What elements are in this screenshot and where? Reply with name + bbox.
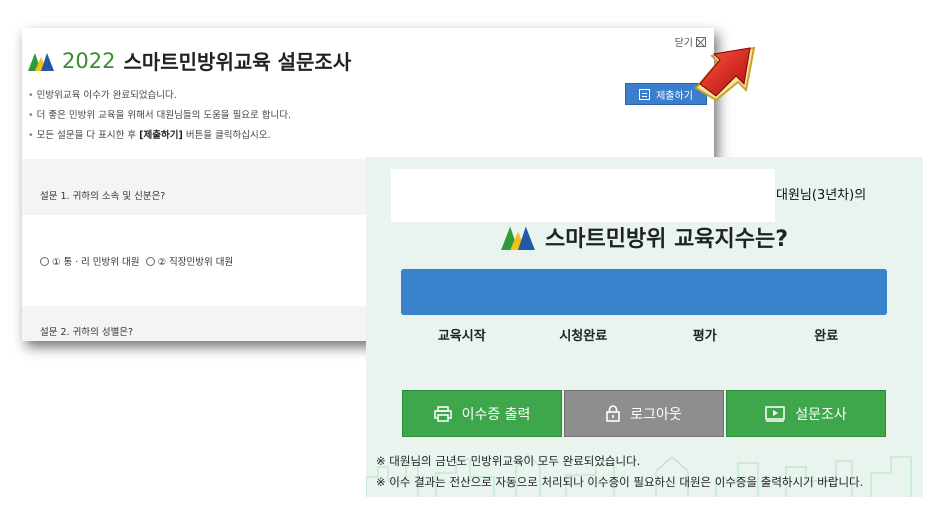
logout-label: 로그아웃: [630, 406, 682, 423]
note-3-a: 모든 설문을 다 표시한 후: [36, 130, 137, 141]
question-2: 설문 2. 귀하의 성별은?: [40, 327, 134, 338]
survey-notes: 민방위교육 이수가 완료되었습니다. 더 좋은 민방위 교육을 위해서 대원님들…: [28, 86, 291, 146]
question-1: 설문 1. 귀하의 소속 및 신분은?: [40, 191, 166, 202]
note-3-c: 버튼을 클릭하십시오.: [185, 130, 271, 141]
lock-icon: [606, 405, 621, 422]
member-label: 대원님(3년차)의: [776, 188, 867, 203]
footnote-2: ※ 이수 결과는 전산으로 자동으로 처리되나 이수증이 필요하신 대원은 이수…: [376, 475, 864, 489]
step-watched: 시청완료: [559, 329, 608, 344]
logo-icon: [28, 52, 54, 71]
progress-bar: [401, 269, 887, 315]
radio-option-2[interactable]: [145, 256, 155, 266]
submit-label: 제출하기: [656, 90, 693, 102]
print-certificate-button[interactable]: 이수증 출력: [402, 390, 562, 437]
footnotes: ※ 대원님의 금년도 민방위교육이 모두 완료되었습니다. ※ 이수 결과는 전…: [376, 451, 863, 493]
footnote-1: ※ 대원님의 금년도 민방위교육이 모두 완료되었습니다.: [376, 454, 641, 468]
logo-icon: [501, 226, 535, 250]
masked-name-area: [391, 169, 775, 222]
progress-steps: 교육시작 시청완료 평가 완료: [401, 325, 887, 344]
panel-title-text: 스마트민방위 교육지수는?: [544, 227, 789, 252]
note-3: 모든 설문을 다 표시한 후 [제출하기] 버튼을 클릭하십시오.: [28, 126, 291, 146]
survey-title-text: 스마트민방위교육 설문조사: [123, 50, 352, 74]
note-1: 민방위교육 이수가 완료되었습니다.: [28, 86, 291, 106]
radio-option-1[interactable]: [40, 256, 49, 266]
education-index-panel: 대원님(3년차)의 스마트민방위 교육지수는? 교육시작 시청완료 평가 완료 …: [366, 157, 923, 497]
step-start: 교육시작: [437, 329, 486, 344]
step-evaluation: 평가: [692, 329, 717, 344]
progress-fill: [401, 269, 887, 315]
note-3-b: [제출하기]: [139, 130, 183, 141]
logout-button[interactable]: 로그아웃: [564, 390, 724, 437]
pointer-arrow-icon: [694, 46, 756, 102]
note-2: 더 좋은 민방위 교육을 위해서 대원님들의 도움을 필요로 합니다.: [28, 106, 291, 126]
form-icon: [639, 88, 651, 100]
option-1-label: ① 통ㆍ리 민방위 대원: [52, 257, 140, 268]
survey-button[interactable]: 설문조사: [726, 390, 886, 437]
step-complete: 완료: [814, 329, 839, 344]
panel-title: 스마트민방위 교육지수는?: [366, 221, 923, 253]
survey-label: 설문조사: [795, 406, 847, 423]
video-icon: [765, 405, 785, 422]
printer-icon: [433, 405, 452, 422]
question-1-options: ① 통ㆍ리 민방위 대원 ② 직장민방위 대원: [40, 254, 233, 268]
print-certificate-label: 이수증 출력: [461, 406, 531, 423]
survey-title-year: 2022: [62, 48, 116, 73]
option-2-label: ② 직장민방위 대원: [157, 257, 234, 268]
survey-title: 2022 스마트민방위교육 설문조사: [28, 46, 351, 75]
